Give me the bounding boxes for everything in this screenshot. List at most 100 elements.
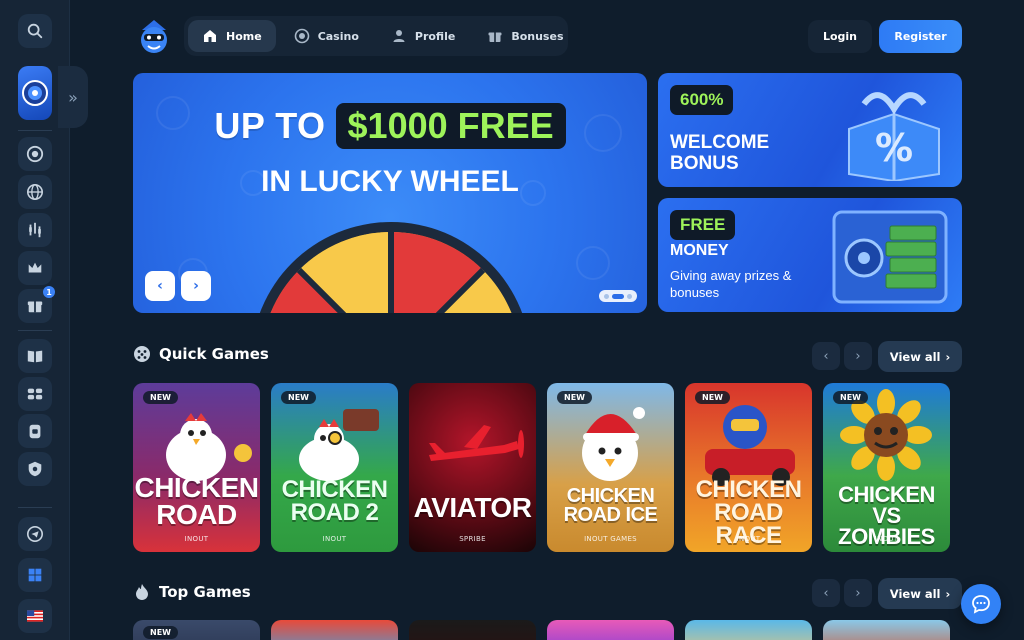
- top-games-view-all[interactable]: View all ›: [878, 578, 962, 609]
- quick-games-row: NEW CHICKEN ROAD INOUT NEW CHICKEN ROAD …: [133, 383, 950, 552]
- new-badge: NEW: [143, 626, 178, 639]
- crown-icon: [28, 262, 42, 273]
- sidebar-item-language[interactable]: [18, 599, 52, 633]
- quick-games-view-all[interactable]: View all ›: [878, 341, 962, 372]
- game-card[interactable]: NEW CHICKEN ROAD ICE INOUT GAMES: [547, 383, 674, 552]
- quick-games-next[interactable]: ›: [844, 342, 872, 370]
- quick-games-prev[interactable]: ‹: [812, 342, 840, 370]
- sidebar-item-live[interactable]: [18, 175, 52, 209]
- hero-prev-button[interactable]: ‹: [145, 271, 175, 301]
- nav-profile-label: Profile: [414, 29, 456, 43]
- game-title: CHICKEN ROAD 2: [281, 476, 388, 526]
- game-card[interactable]: [547, 620, 674, 640]
- top-games-next[interactable]: ›: [844, 579, 872, 607]
- sidebar-divider: [18, 130, 52, 131]
- wheel-icon: [22, 80, 48, 106]
- new-badge: NEW: [143, 391, 178, 404]
- telegram-icon: [26, 525, 44, 543]
- flag-us-icon: [27, 610, 43, 622]
- nav-bonuses[interactable]: Bonuses: [473, 20, 577, 52]
- game-card[interactable]: [685, 620, 812, 640]
- gift-count-badge: 1: [43, 286, 55, 298]
- hero-prefix: UP TO: [214, 105, 326, 146]
- game-card[interactable]: NEW: [133, 620, 260, 640]
- game-title: AVIATOR: [413, 492, 532, 523]
- dice-icon: [134, 346, 150, 362]
- hero-pagination[interactable]: [599, 290, 637, 302]
- chevron-right-icon: ›: [945, 349, 951, 364]
- support-chat-button[interactable]: [961, 584, 1001, 624]
- pagination-dot[interactable]: [604, 293, 609, 299]
- fire-icon: [136, 584, 148, 600]
- game-card[interactable]: NEW CHICKEN ROAD 2 INOUT: [271, 383, 398, 552]
- casino-chip-icon: [26, 145, 44, 163]
- pagination-dot-active[interactable]: [612, 293, 624, 299]
- sidebar-expand-button[interactable]: »: [58, 66, 88, 128]
- game-card[interactable]: NEW CHICKEN ROAD INOUT: [133, 383, 260, 552]
- game-card[interactable]: NEW CHICKEN VS ZOMBIES INOUT: [823, 383, 950, 552]
- pagination-dot[interactable]: [627, 293, 632, 299]
- game-provider: INOUT: [874, 535, 899, 543]
- register-button[interactable]: Register: [879, 20, 962, 53]
- support-icon: [29, 424, 41, 439]
- sidebar-item-telegram[interactable]: [18, 517, 52, 551]
- brand-logo[interactable]: [136, 18, 172, 56]
- sidebar-item-gifts[interactable]: 1: [18, 286, 55, 323]
- search-icon: [27, 23, 43, 39]
- top-navigation: Home Casino Profile Bonuses: [184, 16, 568, 56]
- game-provider: INOUT: [322, 535, 347, 543]
- free-money-title: MONEY: [670, 242, 729, 259]
- hero-next-button[interactable]: ›: [181, 271, 211, 301]
- sidebar-wheel-promo[interactable]: [18, 66, 52, 120]
- hero-headline: UP TO $1000 FREE: [133, 103, 647, 149]
- new-badge: NEW: [695, 391, 730, 404]
- free-money-card[interactable]: FREE MONEY Giving away prizes & bonuses: [658, 198, 962, 312]
- game-title: CHICKEN ROAD ICE: [563, 485, 658, 526]
- sidebar-item-support[interactable]: [18, 414, 52, 448]
- new-badge: NEW: [281, 391, 316, 404]
- sidebar-item-casino[interactable]: [18, 137, 52, 171]
- chevron-left-icon: ‹: [823, 348, 829, 364]
- game-card[interactable]: [409, 620, 536, 640]
- game-provider: INOUT: [184, 535, 209, 543]
- new-badge: NEW: [833, 391, 868, 404]
- hero-subline: IN LUCKY WHEEL: [261, 165, 519, 198]
- gift-box-percent-art: %: [848, 92, 940, 181]
- nav-profile[interactable]: Profile: [377, 20, 469, 52]
- top-games-prev[interactable]: ‹: [812, 579, 840, 607]
- game-card[interactable]: AVIATOR SPRIBE: [409, 383, 536, 552]
- quick-games-title: Quick Games: [159, 345, 269, 363]
- live-chart-icon: [29, 222, 41, 238]
- search-button[interactable]: [18, 14, 52, 48]
- sidebar-item-games[interactable]: [18, 377, 52, 411]
- sidebar-item-rules[interactable]: [18, 339, 52, 373]
- top-games-heading: Top Games: [133, 583, 251, 601]
- sidebar: » 1: [0, 0, 88, 640]
- home-icon: [204, 30, 216, 42]
- welcome-bonus-card[interactable]: 600% WELCOME BONUS %: [658, 73, 962, 187]
- user-icon: [393, 30, 405, 42]
- nav-bonuses-label: Bonuses: [511, 29, 564, 43]
- sidebar-item-security[interactable]: [18, 452, 52, 486]
- login-button[interactable]: Login: [808, 20, 872, 53]
- sidebar-divider: [18, 507, 52, 508]
- chevron-double-right-icon: »: [68, 87, 78, 107]
- nav-home[interactable]: Home: [188, 20, 276, 52]
- hero-banner[interactable]: UP TO $1000 FREE IN LUCKY WHEEL ‹ ›: [133, 73, 647, 313]
- sidebar-item-sports[interactable]: [18, 213, 52, 247]
- hero-amount: $1000 FREE: [335, 103, 566, 149]
- free-money-pill: FREE: [670, 210, 736, 240]
- welcome-bonus-line1: WELCOME: [670, 132, 770, 153]
- sidebar-item-windows-app[interactable]: [18, 558, 52, 592]
- game-card[interactable]: [271, 620, 398, 640]
- gift-icon: [27, 301, 43, 313]
- chevron-right-icon: ›: [855, 585, 861, 601]
- nav-casino[interactable]: Casino: [280, 20, 373, 52]
- book-icon: [27, 350, 43, 363]
- game-card[interactable]: NEW CHICKEN ROAD RACE INOUT: [685, 383, 812, 552]
- nav-home-label: Home: [226, 29, 262, 43]
- chevron-right-icon: ›: [855, 348, 861, 364]
- sidebar-item-vip[interactable]: [18, 251, 52, 285]
- welcome-bonus-line2: BONUS: [670, 152, 739, 174]
- game-card[interactable]: [823, 620, 950, 640]
